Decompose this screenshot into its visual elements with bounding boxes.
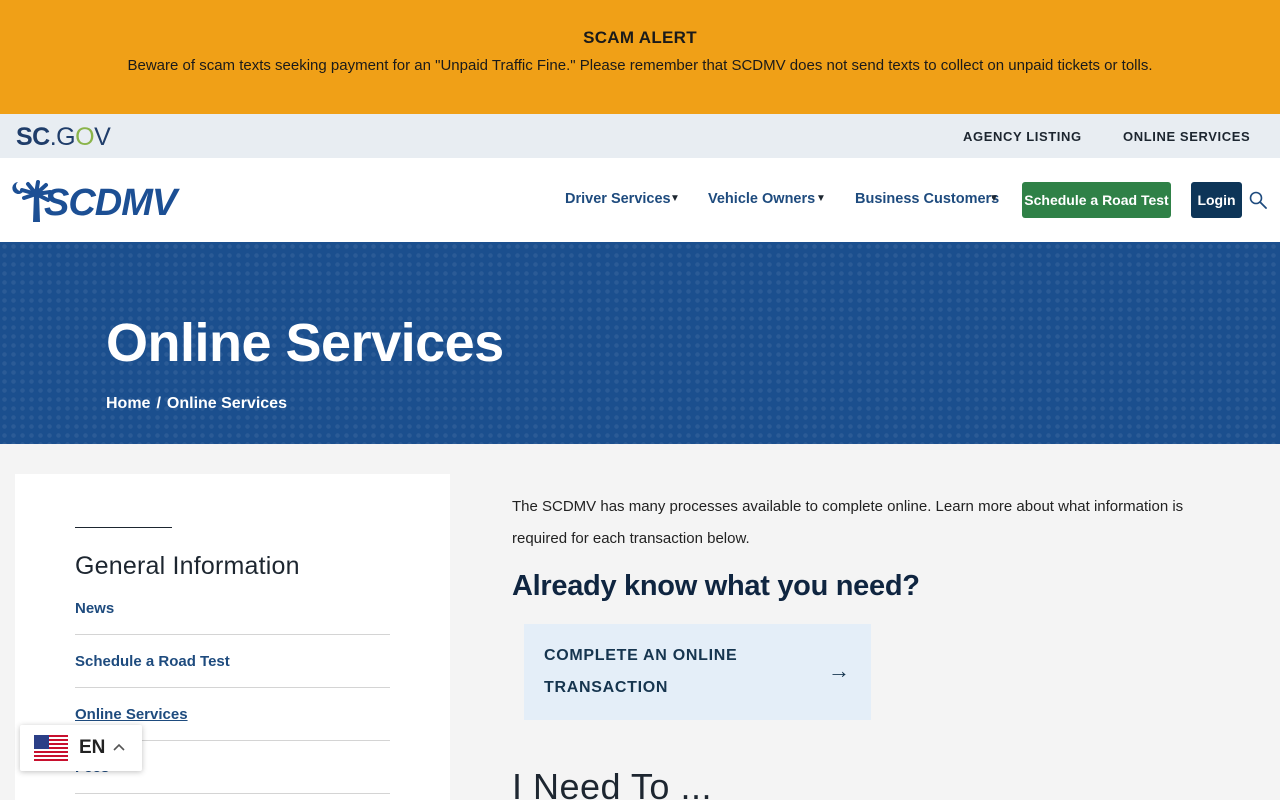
alert-title: SCAM ALERT — [583, 28, 697, 47]
sc-gov-logo-moon: O — [75, 123, 95, 151]
sidebar-divider — [75, 793, 390, 794]
breadcrumb: Home / Online Services — [106, 395, 287, 413]
sc-gov-bar: SC.GOV AGENCY LISTING ONLINE SERVICES — [0, 114, 1280, 158]
page-hero: Online Services Home / Online Services — [0, 242, 1280, 444]
sidebar-item-label: Online Services — [75, 706, 188, 723]
search-icon[interactable] — [1249, 191, 1267, 209]
nav-vehicle-owners[interactable]: Vehicle Owners — [708, 191, 815, 207]
scdmv-logo[interactable]: SCDMV — [12, 176, 177, 224]
sidebar-rule — [75, 527, 172, 528]
sidebar-item-label: Schedule a Road Test — [75, 653, 230, 670]
breadcrumb-current: Online Services — [166, 395, 287, 412]
agency-listing-link[interactable]: AGENCY LISTING — [963, 129, 1082, 144]
i-need-to-heading: I Need To ... — [512, 766, 712, 800]
language-selector[interactable]: EN — [20, 725, 142, 771]
schedule-road-test-button[interactable]: Schedule a Road Test — [1022, 182, 1171, 218]
chevron-up-icon — [113, 743, 125, 751]
scdmv-logo-text: SCDMV — [44, 182, 177, 224]
cta-label: COMPLETE AN ONLINE TRANSACTION — [544, 647, 738, 696]
us-flag-icon — [34, 735, 68, 761]
chevron-down-icon[interactable]: ▼ — [816, 193, 826, 204]
sc-gov-logo-sc: SC — [16, 123, 50, 151]
sc-gov-logo[interactable]: SC.GOV — [16, 123, 111, 152]
scam-alert-banner: SCAM ALERT Beware of scam texts seeking … — [0, 0, 1280, 114]
intro-text: The SCDMV has many processes available t… — [512, 498, 1184, 547]
login-button[interactable]: Login — [1191, 182, 1242, 218]
chevron-down-icon[interactable]: ▼ — [989, 193, 999, 204]
nav-business-customers[interactable]: Business Customers — [855, 191, 999, 207]
sidebar-heading: General Information — [75, 552, 300, 580]
sidebar-item-label: News — [75, 600, 115, 617]
breadcrumb-separator: / — [156, 395, 161, 412]
alert-text: Beware of scam texts seeking payment for… — [127, 57, 1153, 74]
sidebar-divider — [75, 634, 390, 635]
sidebar-divider — [75, 687, 390, 688]
nav-driver-services[interactable]: Driver Services — [565, 191, 671, 207]
arrow-right-icon: → — [828, 658, 850, 683]
sc-gov-logo-v: V — [94, 123, 111, 151]
page-title: Online Services — [106, 313, 504, 373]
complete-online-transaction-button[interactable]: COMPLETE AN ONLINE TRANSACTION → — [524, 624, 871, 720]
online-services-link[interactable]: ONLINE SERVICES — [1123, 129, 1250, 144]
section-heading: Already know what you need? — [512, 570, 920, 602]
main-header: SCDMV Driver Services ▼ Vehicle Owners ▼… — [0, 158, 1280, 242]
sc-gov-logo-dot: .G — [49, 123, 76, 151]
chevron-down-icon[interactable]: ▼ — [670, 193, 680, 204]
language-code: EN — [79, 737, 106, 758]
breadcrumb-home[interactable]: Home — [106, 395, 150, 412]
